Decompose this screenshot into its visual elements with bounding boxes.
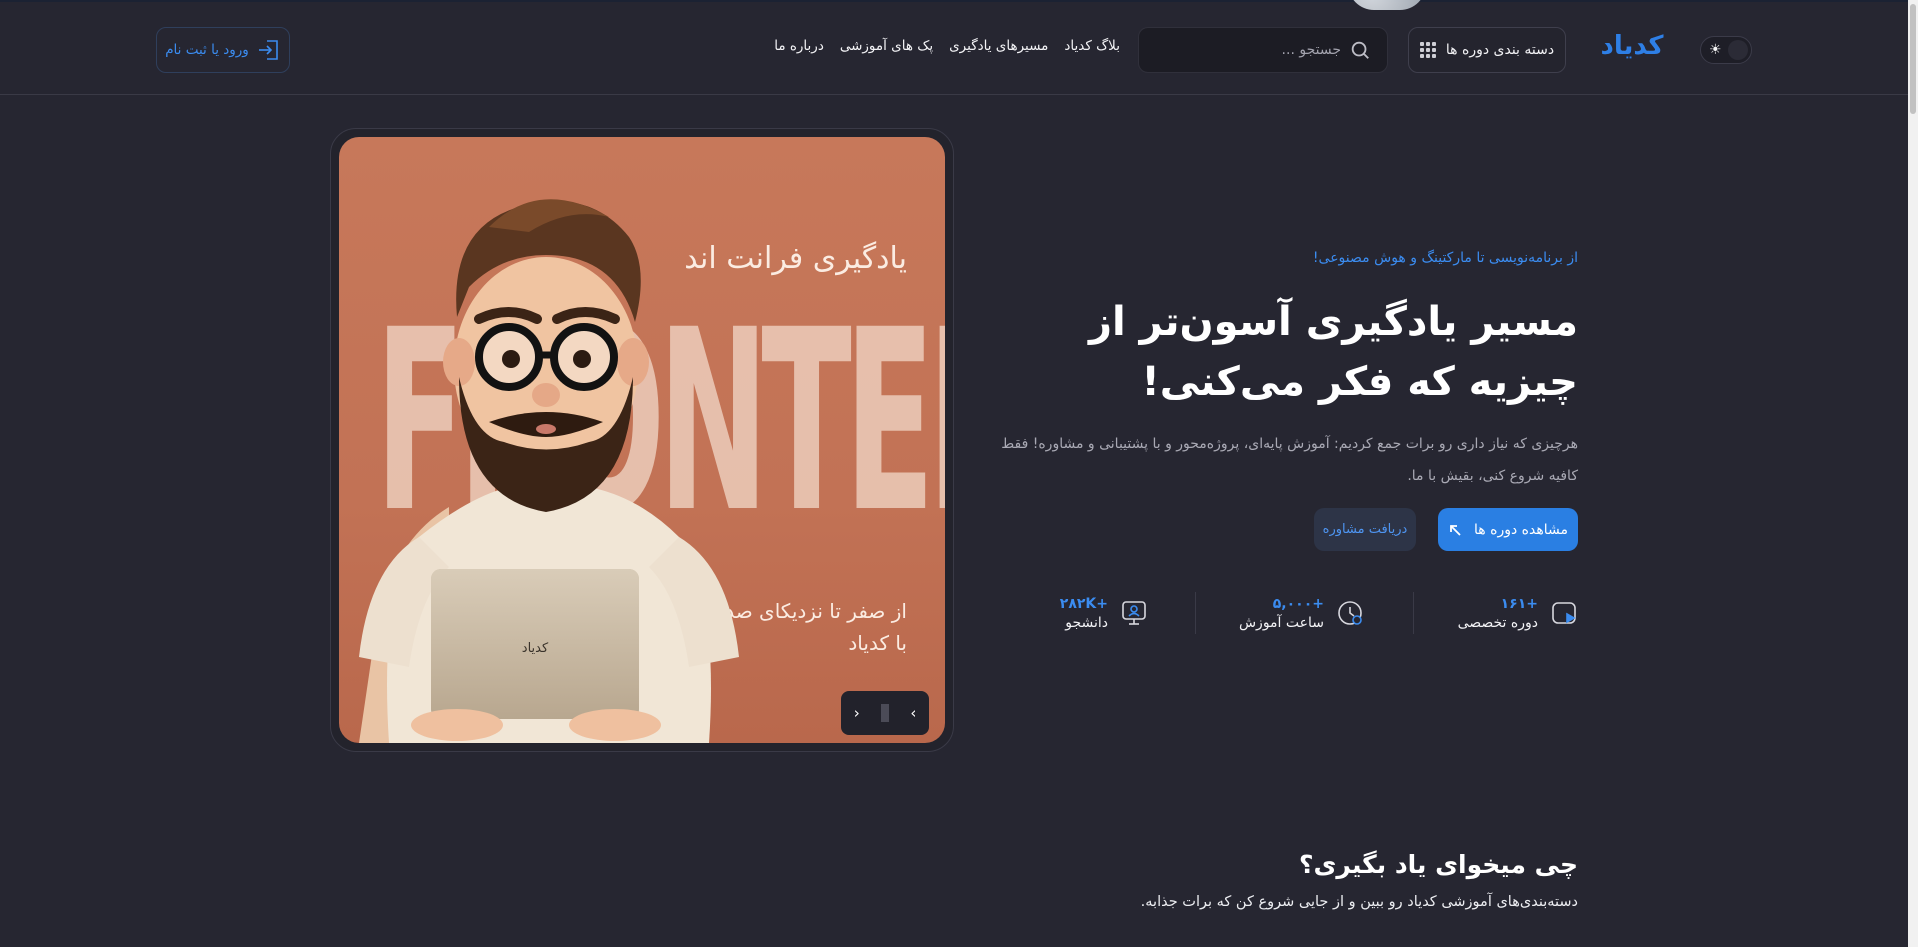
get-consultation-label: دریافت مشاوره (1322, 522, 1408, 537)
hero-slider: FRONTEND یادگیری فرانت اند از صفر تا نزد… (330, 128, 954, 752)
stat-divider (1413, 592, 1414, 634)
stat-students-label: دانشجو (1065, 614, 1108, 631)
stat-divider (1195, 592, 1196, 634)
slider-prev-button[interactable]: › (906, 700, 920, 726)
main-nav: بلاگ کدیاد مسیرهای یادگیری پک های آموزشی… (774, 38, 1120, 54)
category-button-label: دسته بندی دوره ها (1445, 42, 1555, 58)
stat-students: +۲۸۲K دانشجو (1060, 590, 1148, 636)
hero-headline: مسیر یادگیری آسون‌تر از چیزیه که فکر می‌… (1088, 299, 1578, 405)
search-box (1138, 27, 1388, 73)
cartoon-character-illustration: کدیاد (359, 199, 739, 743)
stat-hours: +۵,۰۰۰ ساعت آموزش (1239, 590, 1364, 636)
logo-text: کدیاد (1600, 31, 1665, 61)
view-courses-label: مشاهده دوره ها (1474, 521, 1568, 538)
section-subtitle: دسته‌بندی‌های آموزشی کدیاد رو ببین و از … (1140, 894, 1578, 910)
login-label: ورود یا ثبت نام (165, 42, 249, 58)
get-consultation-button[interactable]: دریافت مشاوره (1314, 508, 1416, 551)
stat-courses-value: +۱۶۱ (1500, 595, 1538, 612)
stat-hours-label: ساعت آموزش (1238, 614, 1324, 631)
hero-description: هرچیزی که نیاز داری رو برات جمع کردیم: آ… (1001, 436, 1578, 484)
arrow-up-left-icon (1450, 524, 1461, 536)
site-header: ☀ کدیاد دسته بندی دوره ها بلاگ کدیاد مسی… (0, 2, 1908, 95)
sun-icon: ☀ (1709, 42, 1722, 58)
stat-students-value: +۲۸۲K (1059, 595, 1108, 612)
nav-item-about[interactable]: درباره ما (774, 38, 824, 54)
nav-item-learning-paths[interactable]: مسیرهای یادگیری (949, 38, 1048, 54)
slider-next-button[interactable]: ‹ (850, 700, 864, 726)
view-courses-button[interactable]: مشاهده دوره ها (1438, 508, 1578, 551)
theme-toggle[interactable]: ☀ (1700, 36, 1752, 64)
scrollbar-thumb[interactable] (1910, 4, 1916, 114)
slider-controls: › ‹ (841, 691, 929, 735)
hero-slide-image: FRONTEND یادگیری فرانت اند از صفر تا نزد… (339, 137, 945, 743)
section-title: چی میخوای یاد بگیری؟ (1299, 850, 1578, 879)
nav-item-blog[interactable]: بلاگ کدیاد (1064, 38, 1120, 54)
student-monitor-icon (1122, 601, 1146, 625)
clock-icon (1338, 601, 1362, 625)
category-button[interactable]: دسته بندی دوره ها (1408, 27, 1566, 73)
grid-icon (1419, 42, 1436, 58)
nav-item-packs[interactable]: پک های آموزشی (840, 38, 933, 54)
login-icon (258, 40, 278, 60)
hero-tagline: از برنامه‌نویسی تا مارکتینگ و هوش مصنوعی… (1312, 250, 1578, 266)
stat-courses-label: دوره تخصصی (1457, 614, 1538, 631)
login-button[interactable]: ورود یا ثبت نام (156, 27, 290, 73)
hero-stats: +۱۶۱ دوره تخصصی +۵,۰۰۰ ساعت آموزش +۲۸۲K … (1050, 590, 1578, 636)
toggle-knob (1728, 40, 1748, 60)
search-input[interactable] (1221, 42, 1341, 58)
laptop-logo: کدیاد (522, 641, 549, 656)
search-icon[interactable] (1349, 39, 1371, 61)
stat-hours-value: +۵,۰۰۰ (1272, 595, 1324, 612)
video-course-icon (1552, 602, 1576, 624)
stat-courses: +۱۶۱ دوره تخصصی (1458, 590, 1578, 636)
slider-divider (881, 704, 890, 722)
page-scrollbar[interactable] (1908, 0, 1918, 947)
site-logo[interactable]: کدیاد (1584, 28, 1680, 64)
